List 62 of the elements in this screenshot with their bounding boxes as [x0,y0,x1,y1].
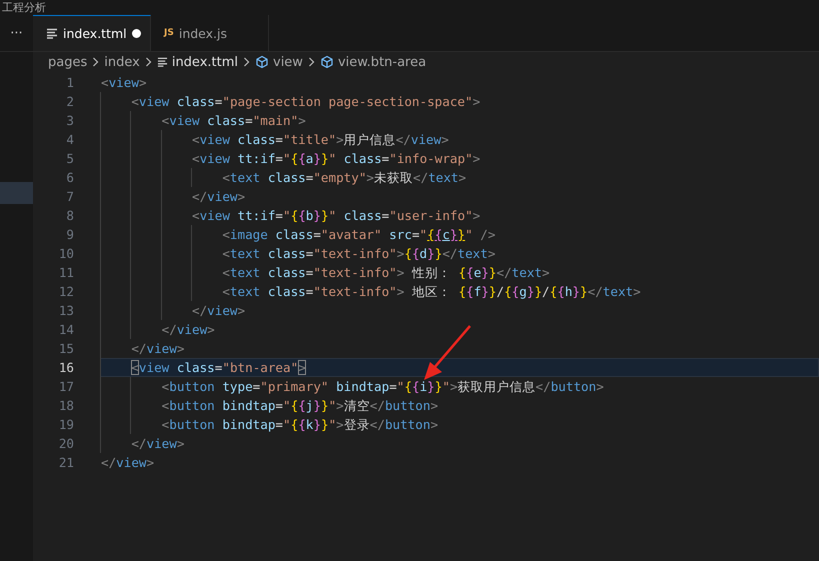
line-number: 11 [58,264,74,282]
tab-label: index.js [178,26,228,40]
line-number: 2 [65,93,74,111]
code-line: </view> [131,341,184,356]
code-line: <view class="main"> [162,113,306,128]
line-number: 20 [58,435,74,453]
js-label: JS [164,28,174,38]
code-line: </view> [162,322,215,337]
code-line: </view> [131,436,184,451]
line-number: 6 [65,169,74,187]
code-line: </view> [192,303,246,318]
breadcrumb-item[interactable]: view [273,54,303,70]
lines-icon [156,57,168,67]
code-line: <button bindtap="{{j}}">清空</button> [162,398,438,413]
line-number: 12 [58,283,74,301]
code-line: <view class="title">用户信息</view> [192,132,449,147]
code-line: <image class="avatar" src="{{c}}" /> [222,227,496,242]
line-number: 19 [58,416,74,434]
line-number: 5 [65,150,74,168]
breadcrumb-item[interactable]: index [104,54,140,70]
code-line: <text class="text-info"> 地区： {{f}}/{{g}}/{{h}}</text> [222,284,641,299]
line-number: 17 [58,378,74,396]
code-line: <view class="page-section page-section-space"> [131,94,480,109]
chevron-icon [308,57,315,67]
code-line: <text class="text-info">{{d}}</text> [222,246,496,261]
breadcrumb-item[interactable]: index.ttml [172,54,238,70]
code-line: <button bindtap="{{k}}">登录</button> [162,417,438,432]
arrow-annotation [424,325,471,380]
code-line: </view> [101,455,154,470]
line-number: 10 [58,245,74,263]
line-number: 9 [65,226,74,244]
code-line: <view> [101,75,147,90]
code-line: <text class="text-info"> 性别： {{e}}</text> [222,265,550,280]
cube-icon [255,55,269,69]
line-number: 8 [65,207,74,225]
sidebar-highlight [0,182,33,204]
more-actions-button[interactable]: ··· [0,15,33,51]
line-number: 4 [65,131,74,149]
code-line: <text class="empty">未获取</text> [222,170,466,185]
chevron-icon [92,57,100,67]
lines-icon [46,28,58,39]
breadcrumb-item[interactable]: pages [48,54,88,70]
tab-label: index.ttml [63,26,127,41]
code-line: </view> [192,189,246,204]
line-number: 18 [58,397,74,415]
line-number: 7 [65,188,74,206]
code-line: <button type="primary" bindtap="{{i}}">获取用户信息</button> [162,379,604,394]
line-number: 13 [58,302,74,320]
breadcrumb-item[interactable]: view.btn-area [338,54,426,70]
line-number: 14 [58,321,74,339]
line-number: 3 [65,112,74,130]
cube-icon [320,55,334,69]
line-number: 16 [58,359,74,377]
line-number: 15 [58,340,74,358]
chevron-icon [144,57,152,67]
editor-tab[interactable]: index.ttml [33,15,151,51]
line-number: 21 [58,454,74,472]
code-line: <view tt:if="{{b}}" class="user-info"> [192,208,480,223]
chevron-icon [243,57,250,67]
code-line: <view tt:if="{{a}}" class="info-wrap"> [192,151,480,166]
window-title: 工程分析 [2,1,46,14]
line-number: 1 [65,74,74,92]
